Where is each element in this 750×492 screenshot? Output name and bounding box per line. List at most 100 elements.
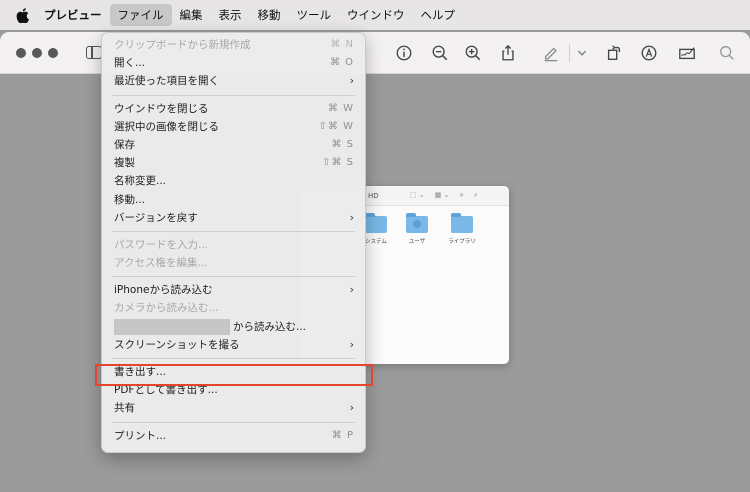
- shortcut-label: ⌘ O: [329, 57, 354, 69]
- apple-menu-icon[interactable]: [0, 0, 44, 30]
- menu-item-print[interactable]: プリント... ⌘ P: [102, 427, 365, 445]
- folder-label: ライブラリ: [448, 239, 476, 245]
- shortcut-label: ⌘ P: [331, 429, 354, 441]
- menu-item-rename[interactable]: 名称変更...: [102, 172, 365, 190]
- search-icon[interactable]: [717, 43, 737, 63]
- info-icon[interactable]: [394, 43, 414, 63]
- menu-item-export-as-pdf[interactable]: PDFとして書き出す...: [102, 381, 365, 399]
- chevron-right-icon: ›: [349, 401, 354, 415]
- menu-item-take-screenshot[interactable]: スクリーンショットを撮る ›: [102, 336, 365, 354]
- menu-item-label: PDFとして書き出す...: [114, 384, 218, 397]
- markup-pen-icon[interactable]: [541, 43, 561, 63]
- zoom-window-button[interactable]: [48, 48, 58, 58]
- menu-item-label: 保存: [114, 138, 135, 151]
- menu-item-duplicate[interactable]: 複製 ⇧⌘ S: [102, 154, 365, 172]
- signature-icon[interactable]: [677, 43, 697, 63]
- search-small-icon: ⌕: [473, 191, 478, 199]
- folder-icon: [365, 213, 387, 233]
- menu-item-share[interactable]: 共有 ›: [102, 399, 365, 417]
- menu-separator: [112, 358, 355, 359]
- menu-item-save[interactable]: 保存 ⌘ S: [102, 136, 365, 154]
- menu-separator: [112, 276, 355, 278]
- menu-item-label: クリップボードから新規作成: [114, 39, 251, 51]
- menu-item-enter-password[interactable]: パスワードを入力...: [102, 236, 365, 254]
- menu-item-export[interactable]: 書き出す...: [102, 363, 365, 381]
- window-controls: [16, 48, 58, 58]
- menu-window[interactable]: ウインドウ: [339, 4, 413, 26]
- folder-item: ユーザ: [397, 213, 437, 245]
- share-icon[interactable]: [498, 43, 518, 63]
- menu-item-label: カメラから読み込む...: [114, 302, 219, 315]
- menu-item-open-recent[interactable]: 最近使った項目を開く ›: [102, 72, 365, 90]
- menu-item-close-selected-image[interactable]: 選択中の画像を閉じる ⇧⌘ W: [102, 118, 365, 136]
- chevron-right-icon: ›: [349, 74, 354, 88]
- menu-item-label: 最近使った項目を開く: [114, 75, 219, 88]
- menu-item-revert-to[interactable]: バージョンを戻す ›: [102, 209, 365, 227]
- menu-item-label: スクリーンショットを撮る: [114, 338, 240, 351]
- menu-app-name[interactable]: プレビュー: [44, 4, 110, 26]
- menu-bar: プレビュー ファイル 編集 表示 移動 ツール ウインドウ ヘルプ: [0, 0, 750, 30]
- menu-item-label: 選択中の画像を閉じる: [114, 120, 219, 133]
- more-icon: »: [459, 191, 464, 199]
- zoom-in-icon[interactable]: [463, 43, 483, 63]
- menu-item-label-group: から読み込む...: [114, 318, 306, 336]
- menu-item-label: ウインドウを閉じる: [114, 102, 209, 115]
- menu-item-label: バージョンを戻す: [114, 211, 198, 224]
- shortcut-label: ⌘ W: [327, 102, 354, 114]
- shortcut-label: ⇧⌘ S: [322, 157, 354, 169]
- menu-item-label: 名称変更...: [114, 175, 167, 188]
- folder-label: システム: [365, 239, 387, 245]
- menu-separator: [112, 94, 355, 96]
- menu-file[interactable]: ファイル: [109, 4, 172, 26]
- chevron-right-icon: ›: [349, 283, 354, 297]
- menu-item-close-window[interactable]: ウインドウを閉じる ⌘ W: [102, 100, 365, 118]
- chevron-right-icon: ›: [349, 337, 354, 351]
- annotate-icon[interactable]: [639, 43, 659, 63]
- close-window-button[interactable]: [16, 48, 26, 58]
- menu-item-import-from-camera[interactable]: カメラから読み込む...: [102, 299, 365, 317]
- menu-item-open[interactable]: 開く... ⌘ O: [102, 54, 365, 72]
- menu-edit[interactable]: 編集: [172, 4, 211, 26]
- menu-item-label: 複製: [114, 157, 135, 170]
- menu-item-label: パスワードを入力...: [114, 238, 209, 251]
- view-icon: ⬚ ⌄: [410, 191, 425, 199]
- menu-item-new-from-clipboard[interactable]: クリップボードから新規作成 ⌘ N: [102, 36, 365, 54]
- shortcut-label: ⇧⌘ W: [318, 120, 354, 132]
- file-menu-dropdown: クリップボードから新規作成 ⌘ N 開く... ⌘ O 最近使った項目を開く ›…: [101, 32, 366, 453]
- redacted-device-name: [114, 318, 230, 335]
- menu-separator: [112, 230, 355, 232]
- chevron-down-icon[interactable]: [572, 43, 592, 63]
- menu-item-label: 共有: [114, 402, 135, 415]
- menu-view[interactable]: 表示: [211, 4, 250, 26]
- sidebar-icon[interactable]: [86, 46, 102, 59]
- shortcut-label: ⌘ S: [331, 138, 354, 150]
- menu-tools[interactable]: ツール: [289, 4, 340, 26]
- folder-item: ライブラリ: [442, 213, 482, 245]
- menu-item-label: 開く...: [114, 57, 146, 70]
- document-window-title: HD: [368, 192, 379, 200]
- menu-item-edit-permissions[interactable]: アクセス権を編集...: [102, 254, 365, 272]
- menu-help[interactable]: ヘルプ: [413, 4, 464, 26]
- library-folder-icon: [451, 213, 473, 233]
- menu-go[interactable]: 移動: [250, 4, 289, 26]
- rotate-icon[interactable]: [604, 43, 624, 63]
- menu-item-import-from-device[interactable]: から読み込む...: [102, 318, 365, 336]
- chevron-right-icon: ›: [349, 210, 354, 224]
- zoom-out-icon[interactable]: [430, 43, 450, 63]
- document-window-tools: ⬚ ⌄ ▦ ⌄ » ⌕: [410, 191, 478, 200]
- grid-icon: ▦ ⌄: [434, 191, 450, 199]
- user-folder-icon: [406, 213, 428, 233]
- menu-separator: [112, 421, 355, 423]
- shortcut-label: ⌘ N: [330, 39, 354, 50]
- menu-item-label: プリント...: [114, 429, 167, 442]
- menu-item-label: iPhoneから読み込む: [114, 284, 213, 297]
- menu-item-label: アクセス権を編集...: [114, 257, 208, 270]
- menu-item-import-from-iphone[interactable]: iPhoneから読み込む ›: [102, 281, 365, 299]
- menu-item-move[interactable]: 移動...: [102, 191, 365, 209]
- minimize-window-button[interactable]: [32, 48, 42, 58]
- menu-item-label: 書き出す...: [114, 366, 167, 378]
- toolbar-separator: [569, 44, 570, 62]
- menu-item-label: 移動...: [114, 193, 146, 206]
- menu-item-label: から読み込む...: [233, 320, 307, 333]
- folder-label: ユーザ: [408, 239, 426, 245]
